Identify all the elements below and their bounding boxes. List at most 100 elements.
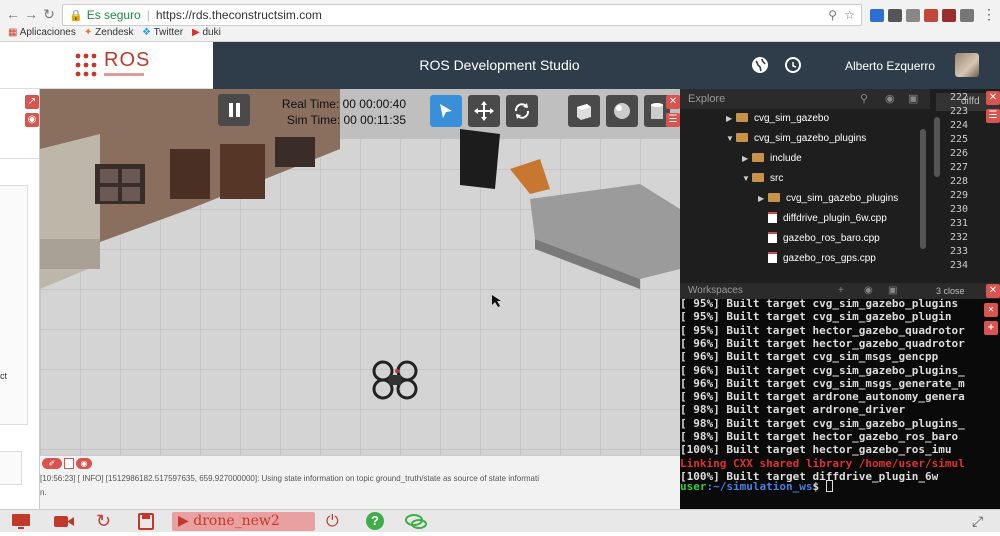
chevron-right-icon[interactable]: ▶ [758, 190, 768, 208]
gazebo-scene [40, 89, 680, 455]
pause-icon-bar [236, 103, 240, 117]
folder-icon [736, 133, 748, 142]
extension-icon[interactable] [924, 9, 938, 22]
terminal-tab-close[interactable]: 3 close [936, 283, 965, 299]
forward-icon[interactable]: → [22, 5, 40, 23]
editor-menu-icon[interactable]: ☰ [986, 109, 1000, 123]
search-icon[interactable]: ⚲ [860, 89, 868, 109]
explorer-title: Explore [688, 93, 726, 105]
explorer-item[interactable]: ▶ include [742, 150, 802, 168]
extension-icon[interactable] [906, 9, 920, 22]
line-number: 233 [950, 246, 969, 257]
translate-mode-button[interactable] [468, 95, 500, 127]
add-icon[interactable]: + [984, 321, 998, 335]
folder-icon [752, 173, 764, 182]
app-header: ROS Development Studio Alberto Ezquerro [213, 42, 1000, 89]
gazebo-menu-icon[interactable]: ☰ [666, 113, 680, 127]
address-bar[interactable]: 🔒 Es seguro | https://rds.theconstructsim.c… [62, 4, 862, 26]
close-editor-icon[interactable]: ✕ [986, 91, 1000, 105]
left-panel: ↗ ◉ ct [0, 89, 40, 509]
terminal-cursor [825, 480, 833, 492]
extension-icon[interactable] [960, 9, 974, 22]
project-run-button[interactable]: ▶ drone_new2 [172, 512, 315, 531]
twitter-icon: ❖ [142, 27, 151, 38]
extension-icon[interactable] [888, 9, 902, 22]
chevron-right-icon[interactable]: ▶ [726, 110, 736, 128]
close-gazebo-icon[interactable]: ✕ [666, 95, 680, 109]
explorer-item[interactable]: ▼ src [742, 170, 783, 188]
user-name[interactable]: Alberto Ezquerro [845, 59, 935, 73]
line-number: 231 [950, 218, 969, 229]
line-number: 222 [950, 92, 969, 103]
file-icon [768, 232, 777, 243]
close-terminal-icon[interactable]: ✕ [986, 284, 1000, 298]
line-number: 234 [950, 260, 969, 271]
editor-scrollbar[interactable] [934, 117, 940, 177]
sphere-shape-button[interactable] [606, 95, 638, 127]
pause-button[interactable] [218, 94, 250, 126]
back-icon[interactable]: ← [4, 5, 22, 23]
rotate-mode-button[interactable] [506, 95, 538, 127]
sim-time-readout: Sim Time: 00 00:11:35 [286, 113, 406, 127]
zoom-icon[interactable]: ⚲ [828, 5, 837, 25]
log-eye-icon[interactable]: ◉ [76, 458, 92, 469]
explorer-item[interactable]: gazebo_ros_gps.cpp [758, 250, 876, 268]
bookmark-zendesk[interactable]: ✦ Zendesk [84, 27, 134, 38]
reload-icon[interactable]: ↻ [40, 5, 58, 23]
clock-icon[interactable] [785, 57, 801, 73]
terminal-prompt[interactable]: user:~/simulation_ws$ [680, 480, 833, 493]
close-icon[interactable]: ✕ [984, 303, 998, 317]
extension-icon[interactable] [870, 9, 884, 22]
lock-icon[interactable]: ▣ [908, 89, 918, 109]
terminal[interactable]: [ 95%] Built target cvg_sim_gazebo_plugi… [680, 299, 1000, 509]
add-icon[interactable]: + [838, 283, 844, 299]
desktop-icon[interactable] [10, 512, 32, 531]
video-camera-icon[interactable] [52, 512, 76, 531]
explorer-item[interactable]: ▼ cvg_sim_gazebo_plugins [726, 130, 866, 148]
secure-label: Es seguro [86, 8, 141, 22]
eye-icon[interactable]: ◉ [25, 113, 39, 127]
camera-icon[interactable]: ◉ [864, 283, 873, 299]
help-icon[interactable]: ? [366, 512, 384, 530]
globe-icon[interactable] [752, 57, 768, 73]
logo-area: ROS [0, 42, 213, 89]
bookmark-apps[interactable]: ▦ Aplicaciones [8, 27, 76, 38]
gazebo-viewport[interactable]: Real Time: 00 00:00:40 Sim Time: 00 00:1… [40, 89, 680, 455]
url-text: https://rds.theconstructsim.com [155, 8, 322, 22]
expand-icon[interactable]: ↗ [25, 95, 39, 109]
chevron-right-icon[interactable]: ▶ [742, 150, 752, 168]
refresh-icon[interactable]: ↻ [96, 512, 118, 531]
explorer-item-label: cvg_sim_gazebo_plugins [786, 193, 899, 204]
left-panel-text-fragment: ct [0, 371, 8, 381]
log-page-icon[interactable] [64, 458, 74, 469]
expand-screen-icon[interactable]: ⤢ [972, 512, 992, 531]
menu-icon[interactable]: ⋮ [980, 5, 998, 23]
explorer-scrollbar[interactable] [920, 129, 926, 249]
chevron-down-icon[interactable]: ▼ [742, 170, 752, 188]
log-erase-icon[interactable]: ✐ [42, 458, 62, 469]
save-icon[interactable] [136, 512, 156, 531]
bookmark-duki[interactable]: ▶ duki [192, 27, 221, 38]
explorer-item[interactable]: diffdrive_plugin_6w.cpp [758, 210, 887, 228]
explorer-item[interactable]: gazebo_ros_baro.cpp [758, 230, 880, 248]
bookmark-star-icon[interactable]: ☆ [844, 5, 855, 25]
select-mode-button[interactable] [430, 95, 462, 127]
chat-icon[interactable] [404, 512, 428, 531]
explorer-item-label: cvg_sim_gazebo_plugins [754, 133, 867, 144]
workspaces-title: Workspaces [688, 285, 743, 296]
bookmark-twitter[interactable]: ❖ Twitter [142, 27, 183, 38]
explorer-item[interactable]: ▶ cvg_sim_gazebo_plugins [758, 190, 898, 208]
terminal-line: [ 95%] Built target cvg_sim_gazebo_plugi… [680, 299, 959, 310]
extension-icon[interactable] [942, 9, 956, 22]
terminal-line: [ 96%] Built target cvg_sim_msgs_generat… [680, 376, 965, 390]
cursor-arrow-icon [440, 104, 452, 118]
chevron-down-icon[interactable]: ▼ [726, 130, 736, 148]
log-bar: ✐ ◉ [10:56:23] [ INFO] [1512986182.51759… [40, 455, 680, 509]
explorer-item[interactable]: ▶ cvg_sim_gazebo [726, 110, 829, 128]
power-icon[interactable]: ⏻ [326, 512, 346, 531]
terminal-line: [ 98%] Built target hector_gazebo_ros_ba… [680, 430, 959, 443]
avatar[interactable] [955, 53, 979, 77]
lock-icon[interactable]: ▣ [888, 283, 897, 299]
box-shape-button[interactable] [568, 95, 600, 127]
camera-icon[interactable]: ◉ [885, 89, 895, 109]
